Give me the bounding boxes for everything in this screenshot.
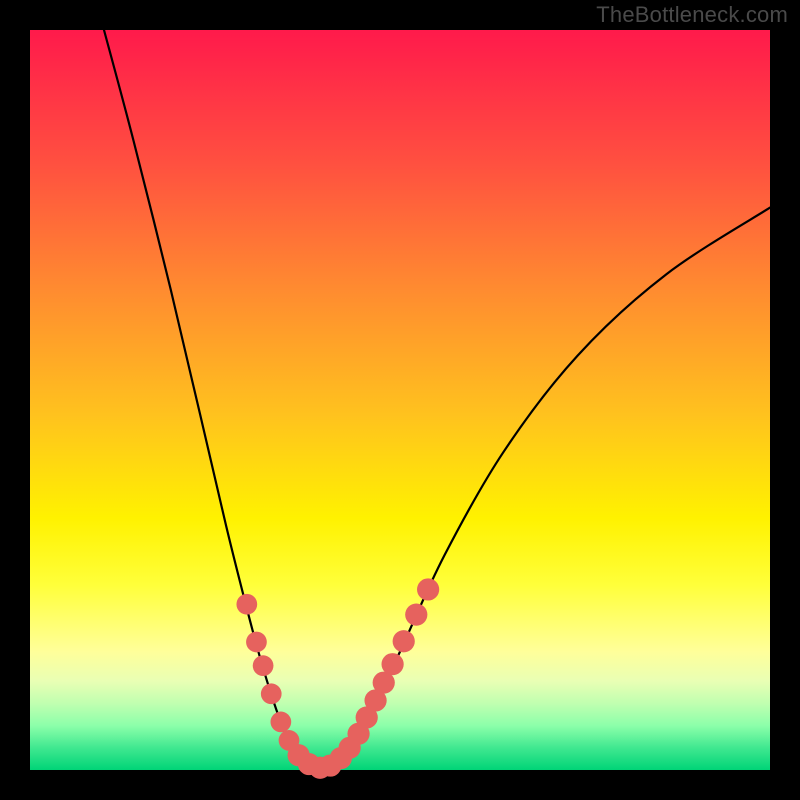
curve-marker <box>393 630 415 652</box>
curve-marker <box>382 653 404 675</box>
curve-marker <box>253 655 274 676</box>
curve-marker <box>417 578 439 600</box>
curve-marker <box>236 594 257 615</box>
curve-marker <box>405 604 427 626</box>
watermark-text: TheBottleneck.com <box>596 2 788 28</box>
chart-frame: TheBottleneck.com <box>0 0 800 800</box>
curve-marker <box>246 632 267 653</box>
curve-marker <box>261 683 282 704</box>
chart-svg <box>30 30 770 770</box>
plot-area <box>30 30 770 770</box>
curve-path <box>104 30 770 768</box>
curve-marker <box>271 712 292 733</box>
